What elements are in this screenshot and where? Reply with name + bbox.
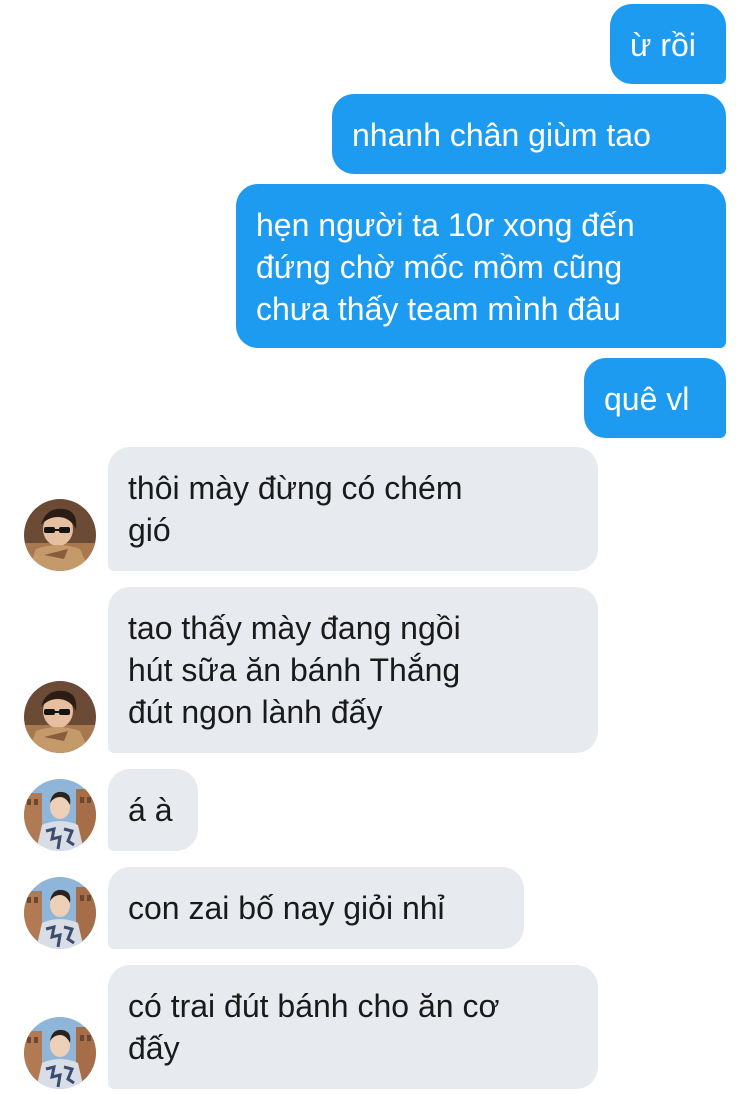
sender-avatar[interactable] <box>24 499 96 571</box>
sunglasses-avatar-icon <box>24 681 96 753</box>
incoming-message[interactable]: có trai đút bánh cho ăn cơ đấy <box>108 965 598 1089</box>
city-avatar-icon <box>24 779 96 851</box>
city-avatar-icon <box>24 1017 96 1089</box>
city-avatar-icon <box>24 877 96 949</box>
sender-avatar[interactable] <box>24 877 96 949</box>
incoming-message[interactable]: tao thấy mày đang ngồi hút sữa ăn bánh T… <box>108 587 598 753</box>
sender-avatar[interactable] <box>24 779 96 851</box>
outgoing-message[interactable]: nhanh chân giùm tao <box>332 94 726 174</box>
incoming-message[interactable]: con zai bố nay giỏi nhỉ <box>108 867 524 949</box>
message-thread: ừ rồi nhanh chân giùm tao hẹn người ta 1… <box>0 0 750 1094</box>
sender-avatar[interactable] <box>24 1017 96 1089</box>
outgoing-message[interactable]: ừ rồi <box>610 4 726 84</box>
incoming-message[interactable]: á à <box>108 769 198 851</box>
sunglasses-avatar-icon <box>24 499 96 571</box>
sender-avatar[interactable] <box>24 681 96 753</box>
outgoing-message[interactable]: hẹn người ta 10r xong đến đứng chờ mốc m… <box>236 184 726 348</box>
outgoing-message[interactable]: quê vl <box>584 358 726 438</box>
incoming-message[interactable]: thôi mày đừng có chém gió <box>108 447 598 571</box>
